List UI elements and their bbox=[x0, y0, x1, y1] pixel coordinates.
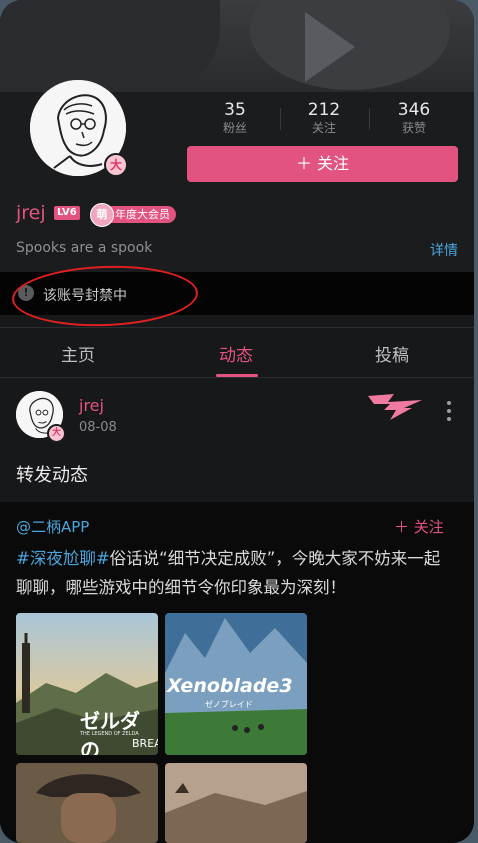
profile-screen: 大 35 粉丝 212 关注 346 获赞 ＋ 关注 jrej LV6 年度大会… bbox=[0, 0, 474, 843]
repost-image-3[interactable] bbox=[16, 763, 158, 843]
stat-value: 212 bbox=[307, 100, 341, 120]
vip-icon: 萌 bbox=[90, 203, 114, 227]
decoration-badge-icon bbox=[368, 394, 422, 420]
stat-label: 获赞 bbox=[401, 121, 426, 135]
post-date: 08-08 bbox=[79, 420, 117, 435]
repost-body: #深夜尬聊#俗话说“细节决定成败”，今晚大家不妨来一起聊聊，哪些游戏中的细节令你… bbox=[16, 544, 456, 602]
stat-followers[interactable]: 35 粉丝 bbox=[200, 100, 270, 136]
vip-tag[interactable]: 年度大会员 bbox=[105, 206, 176, 223]
image-subcaption: ゼノブレイド bbox=[205, 700, 253, 709]
signature: Spooks are a spook bbox=[16, 240, 153, 256]
profile-banner bbox=[0, 0, 474, 92]
stat-value: 346 bbox=[397, 100, 431, 120]
divider bbox=[0, 327, 474, 328]
avatar-badge: 大 bbox=[104, 153, 128, 177]
level-badge: LV6 bbox=[54, 206, 80, 220]
stat-likes[interactable]: 346 获赞 bbox=[379, 100, 449, 136]
tab-home[interactable]: 主页 bbox=[61, 341, 95, 366]
tab-uploads[interactable]: 投稿 bbox=[375, 341, 409, 366]
stat-label: 关注 bbox=[311, 121, 336, 135]
image-subcaption: THE LEGEND OF ZELDA bbox=[80, 731, 139, 737]
stat-value: 35 bbox=[224, 100, 246, 120]
tab-dynamic[interactable]: 动态 bbox=[219, 341, 253, 366]
hashtag[interactable]: #深夜尬聊# bbox=[16, 549, 110, 568]
detail-link[interactable]: 详情 bbox=[430, 240, 458, 260]
repost-source[interactable]: @二柄APP bbox=[16, 516, 89, 537]
stat-label: 粉丝 bbox=[222, 121, 247, 135]
image-caption: Xenoblade3 bbox=[167, 675, 293, 697]
username: jrej bbox=[16, 202, 46, 224]
repost-image-4[interactable] bbox=[165, 763, 307, 843]
repost-image-1[interactable]: ゼルダの THE LEGEND OF ZELDA BREA bbox=[16, 613, 158, 755]
image-subcaption: BREA bbox=[132, 737, 158, 750]
repost-image-2[interactable]: Xenoblade3 ゼノブレイド bbox=[165, 613, 307, 755]
post-avatar-badge: 大 bbox=[47, 424, 66, 443]
repost-follow-button[interactable]: ＋ 关注 bbox=[394, 516, 444, 537]
follow-button[interactable]: ＋ 关注 bbox=[187, 146, 458, 182]
post-text: 转发动态 bbox=[16, 465, 88, 486]
post-author[interactable]: jrej bbox=[79, 396, 104, 415]
more-icon[interactable] bbox=[446, 400, 452, 422]
stat-following[interactable]: 212 关注 bbox=[289, 100, 359, 136]
